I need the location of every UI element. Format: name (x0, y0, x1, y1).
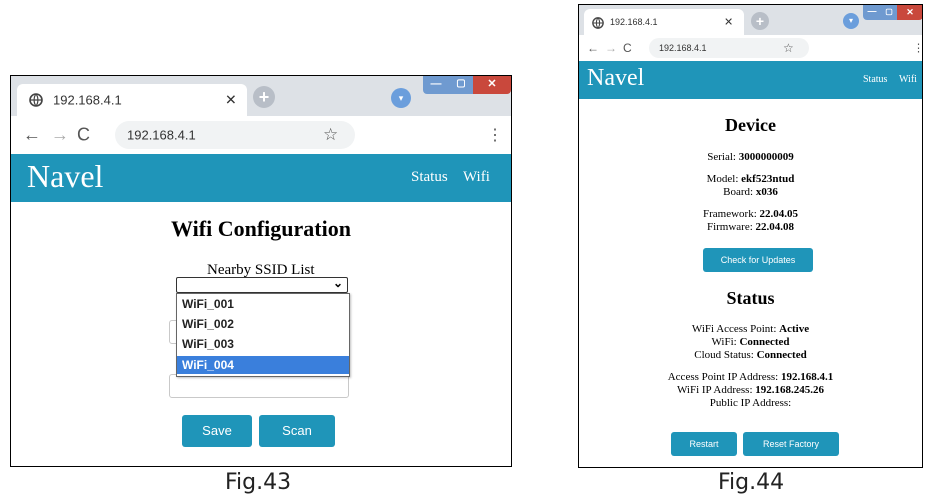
maximize-button[interactable]: ▢ (449, 76, 473, 94)
board-value: x036 (755, 186, 778, 198)
url-field[interactable]: 192.168.4.1 (115, 121, 355, 149)
wifi-value: Connected (739, 336, 790, 348)
framework-line: Framework: 22.04.05 (579, 208, 922, 220)
access-point-line: WiFi Access Point: Active (579, 323, 922, 335)
tab-menu-button[interactable]: ▾ (843, 13, 859, 29)
ssid-select[interactable]: ⌄ (176, 276, 348, 293)
window-controls: — ▢ ✕ (423, 76, 511, 94)
back-arrow-icon[interactable]: ← (23, 125, 41, 146)
ssid-option-highlighted[interactable]: WiFi_004 (177, 356, 349, 374)
browser-tab[interactable]: 192.168.4.1 ✕ (584, 9, 744, 35)
scan-button[interactable]: Scan (259, 415, 335, 447)
check-updates-button[interactable]: Check for Updates (703, 248, 813, 272)
restart-button[interactable]: Restart (671, 432, 737, 456)
wifi-label: WiFi: (711, 336, 737, 348)
cloud-status-line: Cloud Status: Connected (579, 349, 922, 361)
tab-title: 192.168.4.1 (610, 17, 658, 27)
browser-tab[interactable]: 192.168.4.1 ✕ (17, 84, 247, 116)
serial-label: Serial: (707, 151, 736, 163)
globe-icon (592, 16, 604, 29)
new-tab-button[interactable]: + (253, 86, 275, 108)
wifi-config-screenshot: 192.168.4.1 ✕ + ▾ — ▢ ✕ ← → C 192.168.4.… (10, 75, 512, 467)
firmware-line: Firmware: 22.04.08 (579, 221, 922, 233)
ap-ip-line: Access Point IP Address: 192.168.4.1 (579, 371, 922, 383)
wifi-ip-label: WiFi IP Address: (676, 384, 753, 396)
board-line: Board: x036 (579, 186, 922, 198)
nav-status-link[interactable]: Status (863, 74, 887, 85)
nav-status-link[interactable]: Status (411, 169, 448, 186)
globe-icon (29, 93, 43, 107)
minimize-button[interactable]: — (423, 76, 449, 94)
close-icon[interactable]: ✕ (724, 16, 733, 29)
wifi-line: WiFi: Connected (579, 336, 922, 348)
ssid-dropdown-list: WiFi_001 WiFi_002 WiFi_003 WiFi_004 (176, 293, 350, 377)
url-text: 192.168.4.1 (127, 127, 196, 143)
brand-logo[interactable]: Navel (587, 65, 644, 92)
site-header: Navel Status Wifi (11, 154, 511, 202)
new-tab-button[interactable]: + (751, 12, 769, 30)
minimize-button[interactable]: — (863, 5, 881, 20)
status-heading: Status (726, 288, 775, 308)
access-point-label: WiFi Access Point: (691, 323, 777, 335)
framework-value: 22.04.05 (759, 208, 799, 220)
forward-arrow-icon[interactable]: → (605, 41, 617, 55)
wifi-ip-line: WiFi IP Address: 192.168.245.26 (579, 384, 922, 396)
reload-icon[interactable]: C (77, 125, 90, 146)
ap-ip-value: 192.168.4.1 (781, 371, 834, 383)
forward-arrow-icon[interactable]: → (51, 125, 69, 146)
device-status-screenshot: 192.168.4.1 ✕ + ▾ — ▢ ✕ ← → C 192.168.4.… (578, 4, 923, 468)
chevron-down-icon: ⌄ (332, 276, 343, 290)
url-text: 192.168.4.1 (659, 43, 707, 53)
save-button[interactable]: Save (182, 415, 252, 447)
nav-wifi-link[interactable]: Wifi (463, 169, 490, 186)
more-menu-icon[interactable]: ⋮ (913, 42, 922, 55)
brand-logo[interactable]: Navel (27, 158, 103, 195)
cloud-status-value: Connected (756, 349, 807, 361)
ssid-option[interactable]: WiFi_002 (182, 317, 234, 331)
address-bar-row: ← → C 192.168.4.1 ☆ ⋮ (11, 116, 511, 155)
ap-ip-label: Access Point IP Address: (667, 371, 779, 383)
tab-strip: 192.168.4.1 ✕ + ▾ — ▢ ✕ (579, 5, 922, 35)
more-menu-icon[interactable]: ⋮ (487, 125, 503, 145)
close-window-button[interactable]: ✕ (897, 5, 922, 20)
figure-caption: Fig.44 (718, 470, 785, 495)
figure-caption: Fig.43 (225, 470, 292, 495)
window-controls: — ▢ ✕ (863, 5, 922, 20)
cloud-status-label: Cloud Status: (694, 349, 754, 361)
page-title: Wifi Configuration (171, 216, 351, 241)
firmware-label: Firmware: (706, 221, 753, 233)
wifi-ip-value: 192.168.245.26 (755, 384, 825, 396)
bookmark-star-icon[interactable]: ☆ (783, 41, 794, 55)
tab-menu-button[interactable]: ▾ (391, 88, 411, 108)
close-icon[interactable]: ✕ (225, 92, 237, 109)
maximize-button[interactable]: ▢ (881, 5, 897, 20)
model-line: Model: ekf523ntud (579, 173, 922, 185)
nav-wifi-link[interactable]: Wifi (899, 74, 917, 85)
ssid-option-label: WiFi_004 (182, 358, 234, 372)
tab-title: 192.168.4.1 (53, 92, 122, 108)
site-header: Navel Status Wifi (579, 61, 922, 99)
public-ip-line: Public IP Address: (579, 397, 922, 409)
ssid-option[interactable]: WiFi_001 (182, 297, 234, 311)
reset-factory-button[interactable]: Reset Factory (743, 432, 839, 456)
framework-label: Framework: (702, 208, 757, 220)
firmware-value: 22.04.08 (755, 221, 795, 233)
ssid-option[interactable]: WiFi_003 (182, 337, 234, 351)
bookmark-star-icon[interactable]: ☆ (323, 125, 338, 145)
extra-field[interactable] (169, 374, 349, 398)
close-window-button[interactable]: ✕ (473, 76, 511, 94)
model-value: ekf523ntud (741, 173, 795, 185)
board-label: Board: (723, 186, 754, 198)
reload-icon[interactable]: C (623, 41, 632, 55)
access-point-value: Active (779, 323, 810, 335)
tab-strip: 192.168.4.1 ✕ + ▾ — ▢ ✕ (11, 76, 511, 116)
serial-value: 3000000009 (738, 151, 794, 163)
address-bar-row: ← → C 192.168.4.1 ☆ ⋮ (579, 35, 922, 62)
device-heading: Device (725, 115, 776, 135)
model-label: Model: (706, 173, 739, 185)
back-arrow-icon[interactable]: ← (587, 41, 599, 55)
public-ip-label: Public IP Address: (709, 397, 792, 409)
serial-line: Serial: 3000000009 (579, 151, 922, 163)
